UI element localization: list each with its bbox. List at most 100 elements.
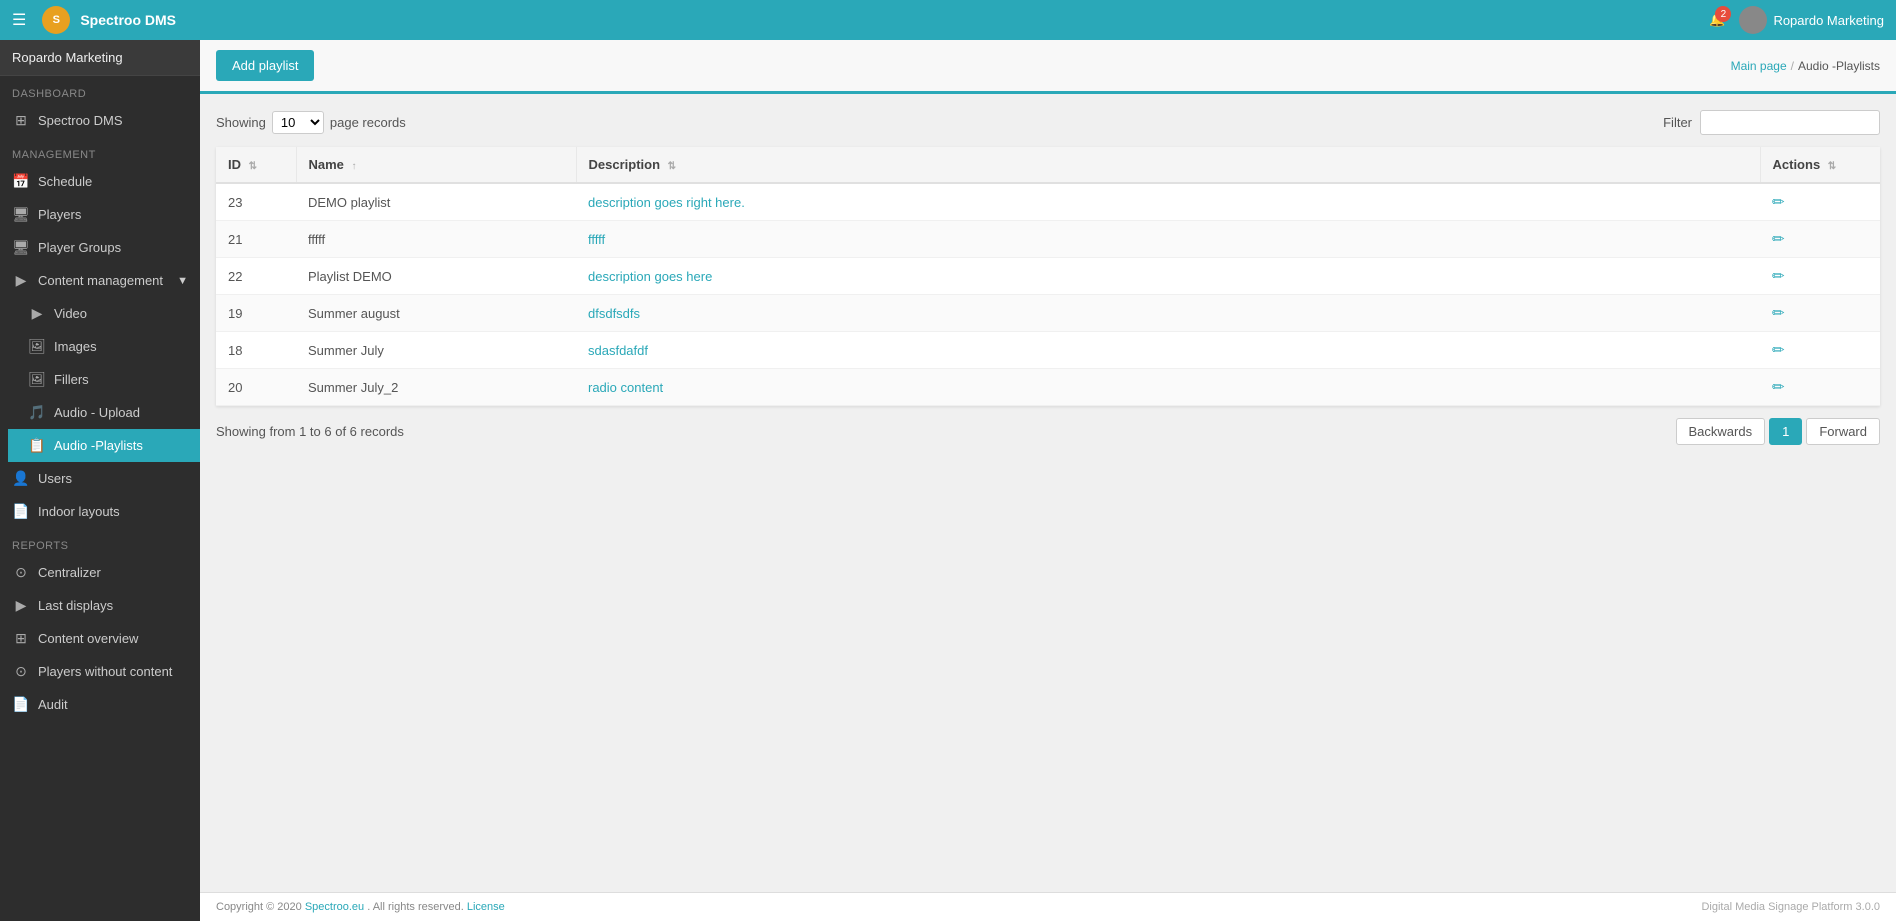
pagination: Backwards 1 Forward	[1676, 418, 1881, 445]
sidebar-section-reports: Reports	[0, 528, 200, 556]
avatar	[1739, 6, 1767, 34]
cell-description: radio content	[576, 369, 1760, 406]
sidebar-item-content-management[interactable]: ▶ Content management ▼	[0, 264, 200, 297]
col-header-actions[interactable]: Actions ⇅	[1760, 147, 1880, 183]
page-records-label: page records	[330, 115, 406, 130]
sidebar-label: Players	[38, 207, 81, 222]
edit-button[interactable]: ✏	[1772, 267, 1785, 285]
sidebar-item-spectroo-dms[interactable]: ⊞ Spectroo DMS	[0, 104, 200, 137]
centralizer-icon: ⊙	[12, 564, 30, 581]
sidebar-label: Content overview	[38, 631, 138, 646]
backwards-button[interactable]: Backwards	[1676, 418, 1766, 445]
cell-description: sdasfdafdf	[576, 332, 1760, 369]
filter-area: Filter	[1663, 110, 1880, 135]
edit-button[interactable]: ✏	[1772, 230, 1785, 248]
add-playlist-button[interactable]: Add playlist	[216, 50, 314, 81]
sidebar-label: Audio - Upload	[54, 405, 140, 420]
edit-button[interactable]: ✏	[1772, 193, 1785, 211]
sidebar-item-centralizer[interactable]: ⊙ Centralizer	[0, 556, 200, 589]
play-icon: ▶	[12, 272, 30, 289]
cell-actions: ✏	[1760, 258, 1880, 295]
filter-input[interactable]	[1700, 110, 1880, 135]
cell-name: Summer august	[296, 295, 576, 332]
footer-license-link[interactable]: License	[467, 901, 505, 913]
sidebar-label: Images	[54, 339, 97, 354]
edit-button[interactable]: ✏	[1772, 304, 1785, 322]
sidebar-item-indoor-layouts[interactable]: 📄 Indoor layouts	[0, 495, 200, 528]
sidebar-item-schedule[interactable]: 📅 Schedule	[0, 165, 200, 198]
sidebar-item-video[interactable]: ▶ Video	[8, 297, 200, 330]
cell-id: 19	[216, 295, 296, 332]
sidebar-label: Users	[38, 471, 72, 486]
cell-name: DEMO playlist	[296, 183, 576, 221]
display-icon: ▶	[12, 597, 30, 614]
cell-description: description goes right here.	[576, 183, 1760, 221]
table-row: 21 fffff fffff ✏	[216, 221, 1880, 258]
page-1-button[interactable]: 1	[1769, 418, 1802, 445]
players-no-content-icon: ⊙	[12, 663, 30, 680]
sidebar-item-players-without-content[interactable]: ⊙ Players without content	[0, 655, 200, 688]
sidebar-label: Audio -Playlists	[54, 438, 143, 453]
video-icon: ▶	[28, 305, 46, 322]
edit-button[interactable]: ✏	[1772, 341, 1785, 359]
sidebar-label: Audit	[38, 697, 68, 712]
forward-button[interactable]: Forward	[1806, 418, 1880, 445]
showing-info: Showing from 1 to 6 of 6 records	[216, 424, 404, 439]
sidebar-item-audit[interactable]: 📄 Audit	[0, 688, 200, 721]
table-row: 22 Playlist DEMO description goes here ✏	[216, 258, 1880, 295]
sidebar-section-management: Management	[0, 137, 200, 165]
playlist-icon: 📋	[28, 437, 46, 454]
cell-id: 22	[216, 258, 296, 295]
table-controls: Showing 10 25 50 100 page records Filter	[216, 110, 1880, 135]
breadcrumb-home-link[interactable]: Main page	[1731, 59, 1787, 73]
sidebar-item-audio-playlists[interactable]: 📋 Audio -Playlists	[8, 429, 200, 462]
cell-actions: ✏	[1760, 221, 1880, 258]
layout-icon: 📄	[12, 503, 30, 520]
col-header-description[interactable]: Description ⇅	[576, 147, 1760, 183]
cell-id: 18	[216, 332, 296, 369]
pagination-area: Showing from 1 to 6 of 6 records Backwar…	[216, 418, 1880, 445]
content-area: Showing 10 25 50 100 page records Filter	[200, 94, 1896, 892]
main-content: Add playlist Main page / Audio -Playlist…	[200, 40, 1896, 921]
sidebar-item-users[interactable]: 👤 Users	[0, 462, 200, 495]
audio-icon: 🎵	[28, 404, 46, 421]
sidebar-item-last-displays[interactable]: ▶ Last displays	[0, 589, 200, 622]
cell-actions: ✏	[1760, 183, 1880, 221]
app-logo: S	[42, 6, 70, 34]
sidebar-item-content-overview[interactable]: ⊞ Content overview	[0, 622, 200, 655]
image-icon: 🖼	[28, 338, 46, 355]
sidebar-label: Schedule	[38, 174, 92, 189]
sort-icon-desc: ⇅	[668, 161, 676, 172]
sidebar-org: Ropardo Marketing	[0, 40, 200, 76]
cell-name: Playlist DEMO	[296, 258, 576, 295]
user-icon: 👤	[12, 470, 30, 487]
table-header-row: ID ⇅ Name ↑ Description ⇅ Actions ⇅	[216, 147, 1880, 183]
cell-name: fffff	[296, 221, 576, 258]
sidebar-label: Spectroo DMS	[38, 113, 123, 128]
action-bar: Add playlist Main page / Audio -Playlist…	[200, 40, 1896, 94]
col-header-name[interactable]: Name ↑	[296, 147, 576, 183]
sidebar-item-audio-upload[interactable]: 🎵 Audio - Upload	[8, 396, 200, 429]
table-row: 18 Summer July sdasfdafdf ✏	[216, 332, 1880, 369]
breadcrumb-current: Audio -Playlists	[1798, 59, 1880, 73]
sidebar-item-players[interactable]: 🖥 Players	[0, 198, 200, 231]
notification-badge: 2	[1715, 6, 1731, 22]
user-menu[interactable]: Ropardo Marketing	[1739, 6, 1884, 34]
footer-company-link[interactable]: Spectroo.eu	[305, 901, 364, 913]
table-row: 19 Summer august dfsdfsdfs ✏	[216, 295, 1880, 332]
cell-actions: ✏	[1760, 369, 1880, 406]
hamburger-icon[interactable]: ☰	[12, 10, 26, 30]
edit-button[interactable]: ✏	[1772, 378, 1785, 396]
col-header-id[interactable]: ID ⇅	[216, 147, 296, 183]
sidebar-item-fillers[interactable]: 🖼 Fillers	[8, 363, 200, 396]
cell-id: 23	[216, 183, 296, 221]
sidebar-item-images[interactable]: 🖼 Images	[8, 330, 200, 363]
sidebar-label: Fillers	[54, 372, 89, 387]
notification-bell[interactable]: 🔔 2	[1709, 12, 1725, 28]
grid-icon: ⊞	[12, 112, 30, 129]
calendar-icon: 📅	[12, 173, 30, 190]
cell-description: dfsdfsdfs	[576, 295, 1760, 332]
cell-actions: ✏	[1760, 332, 1880, 369]
sidebar-item-player-groups[interactable]: 🖥 Player Groups	[0, 231, 200, 264]
per-page-select[interactable]: 10 25 50 100	[272, 111, 324, 134]
